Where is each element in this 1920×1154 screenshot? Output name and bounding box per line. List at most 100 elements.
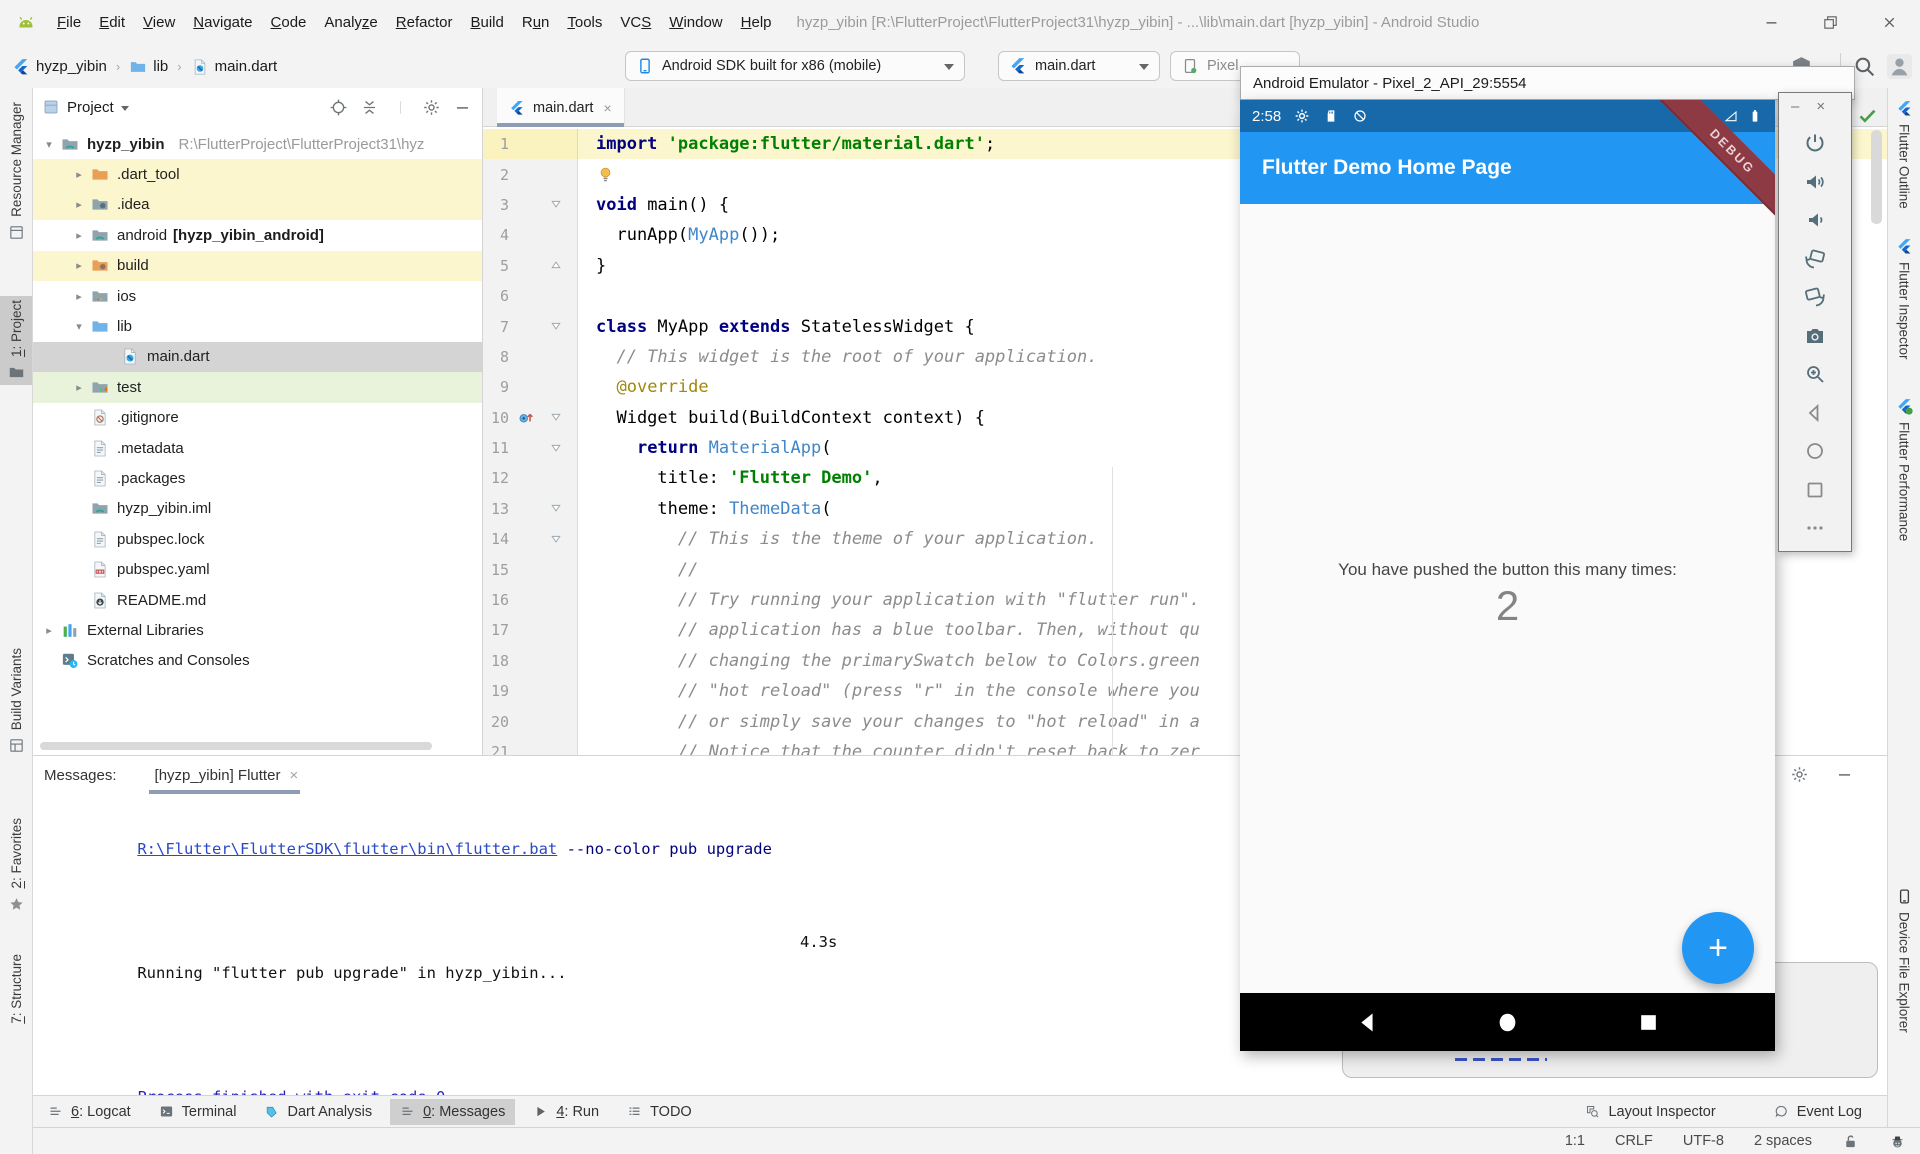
close-icon[interactable]: ×: [289, 767, 298, 784]
maximize-icon[interactable]: [1822, 14, 1839, 31]
tab-main-dart[interactable]: main.dart ×: [497, 88, 625, 127]
nav-icon[interactable]: [1635, 1009, 1662, 1036]
tool-stripe-button[interactable]: Flutter Inspector: [1888, 238, 1920, 360]
breadcrumb-item[interactable]: lib ›: [129, 58, 190, 76]
panel-action-icon[interactable]: [329, 98, 348, 117]
gutter-icon[interactable]: [509, 620, 543, 640]
emulator-action-icon[interactable]: [1803, 362, 1827, 386]
increment-fab[interactable]: +: [1682, 912, 1754, 984]
device-selector[interactable]: Android SDK built for x86 (mobile): [625, 51, 965, 81]
gutter-icon[interactable]: [509, 134, 543, 154]
emulator-action-icon[interactable]: [1803, 285, 1827, 309]
fold-marker-icon[interactable]: [543, 684, 569, 699]
nav-icon[interactable]: [1494, 1009, 1521, 1036]
tree-row[interactable]: ▸ .dart_tool: [32, 159, 482, 189]
emulator-action-icon[interactable]: [1803, 131, 1827, 155]
fold-marker-icon[interactable]: [543, 319, 569, 334]
menu-item[interactable]: Code: [262, 10, 316, 35]
fold-marker-icon[interactable]: [543, 653, 569, 668]
emulator-action-icon[interactable]: [1803, 247, 1827, 271]
fold-marker-icon[interactable]: [543, 289, 569, 304]
intention-bulb-icon[interactable]: [596, 165, 618, 185]
gutter-icon[interactable]: [509, 256, 543, 276]
gutter-icon[interactable]: [509, 681, 543, 701]
emulator-action-icon[interactable]: [1803, 478, 1827, 502]
menu-item[interactable]: Analyze: [315, 10, 386, 35]
tool-stripe-button[interactable]: 2: Favorites: [0, 814, 32, 917]
gutter-icon[interactable]: [509, 286, 543, 306]
tree-row[interactable]: .gitignore: [32, 403, 482, 433]
gutter-icon[interactable]: [509, 560, 543, 580]
tree-chevron-icon[interactable]: ▸: [68, 168, 90, 181]
fold-marker-icon[interactable]: [543, 167, 569, 182]
nav-icon[interactable]: [1354, 1009, 1381, 1036]
gutter-icon[interactable]: [509, 712, 543, 732]
fold-marker-icon[interactable]: [543, 197, 569, 212]
tool-window-button[interactable]: 4: Run: [523, 1099, 609, 1125]
gutter-icon[interactable]: [509, 590, 543, 610]
tree-row[interactable]: .metadata: [32, 433, 482, 463]
fold-marker-icon[interactable]: [543, 137, 569, 152]
panel-action-icon[interactable]: [391, 98, 410, 117]
menu-item[interactable]: Run: [513, 10, 559, 35]
gutter-icon[interactable]: [509, 225, 543, 245]
tool-stripe-button[interactable]: 1: Project: [0, 296, 32, 385]
menu-item[interactable]: Edit: [90, 10, 134, 35]
gutter-icon[interactable]: [509, 438, 543, 458]
fold-marker-icon[interactable]: [543, 441, 569, 456]
breadcrumb-item[interactable]: hyzp_yibin ›: [12, 58, 129, 76]
tool-stripe-button[interactable]: Device File Explorer: [1888, 888, 1920, 1033]
tool-stripe-button[interactable]: Build Variants: [0, 644, 32, 758]
horizontal-scrollbar[interactable]: [40, 742, 432, 750]
tool-stripe-button[interactable]: Flutter Performance: [1888, 398, 1920, 541]
gutter-icon[interactable]: [509, 377, 543, 397]
tool-window-button[interactable]: 0: Messages: [390, 1099, 515, 1125]
tree-row[interactable]: ▸ test: [32, 372, 482, 402]
close-icon[interactable]: ×: [603, 100, 611, 116]
gutter-icon[interactable]: [509, 408, 543, 428]
fold-marker-icon[interactable]: [543, 349, 569, 364]
tool-window-button[interactable]: Dart Analysis: [254, 1099, 382, 1125]
inspection-ok-icon[interactable]: [1857, 105, 1878, 126]
emulator-action-icon[interactable]: [1803, 516, 1827, 540]
menu-item[interactable]: VCS: [611, 10, 660, 35]
emulator-action-icon[interactable]: [1803, 324, 1827, 348]
gutter-icon[interactable]: [509, 347, 543, 367]
lock-open-icon[interactable]: [1842, 1133, 1859, 1150]
editor-scrollbar[interactable]: [1871, 130, 1882, 224]
highlighting-level-icon[interactable]: [1889, 1133, 1906, 1150]
menu-item[interactable]: File: [48, 10, 90, 35]
gutter-icon[interactable]: [509, 499, 543, 519]
project-view-selector[interactable]: Project: [67, 99, 114, 116]
gutter-icon[interactable]: [509, 195, 543, 215]
tool-window-button[interactable]: 6: Logcat: [38, 1099, 141, 1125]
tree-chevron-icon[interactable]: ▾: [38, 138, 60, 151]
panel-action-icon[interactable]: [360, 98, 379, 117]
caret-position[interactable]: 1:1: [1565, 1133, 1585, 1149]
tool-window-button[interactable]: TODO: [617, 1099, 702, 1125]
tree-row[interactable]: ▸ build: [32, 251, 482, 281]
gutter-icon[interactable]: [509, 651, 543, 671]
emulator-title-bar[interactable]: Android Emulator - Pixel_2_API_29:5554: [1240, 66, 1855, 100]
fold-marker-icon[interactable]: [543, 410, 569, 425]
gutter-icon[interactable]: [509, 165, 543, 185]
minimize-icon[interactable]: –: [1791, 96, 1799, 117]
tree-chevron-icon[interactable]: ▸: [68, 381, 90, 394]
tree-chevron-icon[interactable]: ▸: [68, 259, 90, 272]
fold-marker-icon[interactable]: [543, 532, 569, 547]
flutter-console-tab[interactable]: [hyzp_yibin] Flutter ×: [149, 756, 305, 794]
tree-chevron-icon[interactable]: ▸: [38, 624, 60, 637]
menu-item[interactable]: Window: [660, 10, 731, 35]
fold-marker-icon[interactable]: [543, 501, 569, 516]
emulator-action-icon[interactable]: [1803, 401, 1827, 425]
tree-row[interactable]: ▾ hyzp_yibin R:\FlutterProject\FlutterPr…: [32, 129, 482, 159]
emulator-action-icon[interactable]: [1803, 439, 1827, 463]
chevron-down-icon[interactable]: [121, 106, 129, 115]
emulator-screen[interactable]: 2:58 Flutter Demo Home Page DEBUG You ha…: [1240, 100, 1775, 1051]
tree-row[interactable]: ▸ ios: [32, 281, 482, 311]
tree-row[interactable]: pubspec.yaml: [32, 554, 482, 584]
tree-chevron-icon[interactable]: ▸: [68, 198, 90, 211]
run-config-selector[interactable]: main.dart: [998, 51, 1160, 81]
tree-row[interactable]: Scratches and Consoles: [32, 646, 482, 676]
tree-row[interactable]: ▾ lib: [32, 311, 482, 341]
